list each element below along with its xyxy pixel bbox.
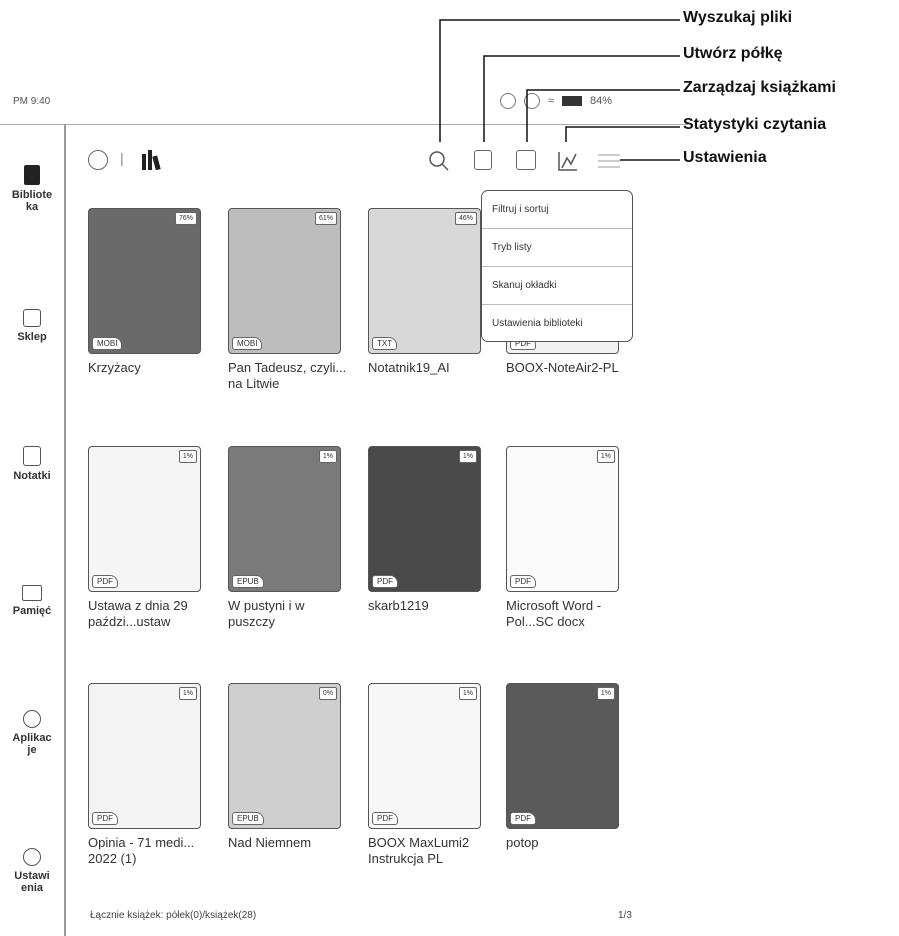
manage-books-icon[interactable]	[516, 150, 536, 170]
callout-settings: Ustawienia	[683, 149, 767, 166]
format-badge: PDF	[372, 812, 398, 825]
callout-manage-books: Zarządzaj książkami	[683, 79, 836, 96]
book-title: Microsoft Word - Pol...SC docx	[506, 598, 602, 629]
format-badge: PDF	[372, 575, 398, 588]
book-item[interactable]: 1% PDF Microsoft Word - Pol...SC docx	[506, 446, 621, 630]
format-badge: MOBI	[92, 337, 123, 350]
book-title: skarb1219	[368, 598, 429, 613]
sidebar-item-settings[interactable]: Ustawi enia	[0, 848, 64, 894]
create-shelf-icon[interactable]	[474, 150, 492, 170]
format-badge: TXT	[372, 337, 398, 350]
book-item[interactable]: 61% MOBI Pan Tadeusz, czyli... na Litwie	[228, 208, 346, 392]
folder-icon	[22, 585, 42, 601]
progress-badge: 0%	[318, 687, 337, 700]
sidebar-item-label: Notatki	[13, 470, 51, 482]
book-cover[interactable]: 1% PDF	[506, 683, 619, 829]
search-icon[interactable]	[428, 150, 450, 172]
sidebar-item-notes[interactable]: Notatki	[0, 446, 64, 482]
format-badge: PDF	[92, 812, 118, 825]
menu-item-filter-sort[interactable]: Filtruj i sortuj	[482, 191, 632, 229]
settings-dropdown: Filtruj i sortuj Tryb listy Skanuj okład…	[481, 190, 633, 342]
format-badge: EPUB	[232, 575, 264, 588]
book-cover[interactable]: 1% PDF	[368, 683, 481, 829]
progress-badge: 1%	[178, 687, 197, 700]
sidebar-item-label: Sklep	[17, 331, 47, 343]
recent-clock-icon[interactable]	[88, 150, 108, 170]
book-cover[interactable]: 46% TXT	[368, 208, 481, 354]
book-cover[interactable]: 1% EPUB	[228, 446, 341, 592]
menu-item-list-mode[interactable]: Tryb listy	[482, 229, 632, 267]
book-cover[interactable]: 1% PDF	[506, 446, 619, 592]
book-item[interactable]: 1% PDF Opinia - 71 medi... 2022 (1)	[88, 683, 203, 867]
progress-badge: 1%	[318, 450, 337, 463]
sidebar-item-apps[interactable]: Aplikac je	[0, 710, 64, 756]
notes-icon	[23, 446, 41, 466]
format-badge: EPUB	[232, 812, 264, 825]
page-indicator[interactable]: 1/3	[618, 910, 632, 921]
book-cover[interactable]: 76% MOBI	[88, 208, 201, 354]
callout-search: Wyszukaj pliki	[683, 9, 793, 26]
format-badge: PDF	[510, 575, 536, 588]
book-title: BOOX MaxLumi2 Instrukcja PL	[368, 835, 470, 866]
progress-badge: 1%	[178, 450, 197, 463]
sidebar-divider	[64, 124, 66, 936]
book-icon	[24, 165, 40, 185]
book-cover[interactable]: 1% PDF	[88, 446, 201, 592]
format-badge: PDF	[510, 812, 536, 825]
progress-badge: 46%	[454, 212, 477, 225]
book-item[interactable]: 76% MOBI Krzyżacy	[88, 208, 203, 376]
sidebar-item-label: Ustawi enia	[14, 870, 50, 894]
book-title: W pustyni i w puszczy	[228, 598, 305, 629]
book-item[interactable]: 1% PDF BOOX MaxLumi2 Instrukcja PL	[368, 683, 483, 867]
format-badge: MOBI	[232, 337, 263, 350]
book-item[interactable]: 1% PDF skarb1219	[368, 446, 483, 614]
sidebar-item-storage[interactable]: Pamięć	[0, 585, 64, 617]
book-title: BOOX-NoteAir2-PL	[506, 360, 619, 375]
apps-icon	[23, 710, 41, 728]
progress-badge: 1%	[458, 450, 477, 463]
callout-reading-stats: Statystyki czytania	[683, 116, 827, 133]
sidebar-item-library[interactable]: Bibliote ka	[0, 165, 64, 213]
callout-create-shelf: Utwórz półkę	[683, 45, 783, 62]
bookshelf-icon[interactable]	[140, 150, 162, 170]
format-badge: PDF	[92, 575, 118, 588]
progress-badge: 61%	[314, 212, 337, 225]
book-item[interactable]: 0% EPUB Nad Niemnem	[228, 683, 343, 851]
library-summary: Łącznie książek: półek(0)/książek(28)	[90, 910, 257, 921]
sidebar-item-label: Aplikac je	[12, 732, 52, 756]
progress-badge: 1%	[596, 450, 615, 463]
menu-item-scan-covers[interactable]: Skanuj okładki	[482, 267, 632, 305]
book-item[interactable]: 1% EPUB W pustyni i w puszczy	[228, 446, 343, 630]
book-item[interactable]: 46% TXT Notatnik19_AI	[368, 208, 483, 376]
book-title: Ustawa z dnia 29 paździ...ustaw	[88, 598, 188, 629]
book-title: potop	[506, 835, 539, 850]
book-cover[interactable]: 1% PDF	[88, 683, 201, 829]
reading-stats-icon[interactable]	[557, 150, 579, 172]
book-cover[interactable]: 1% PDF	[368, 446, 481, 592]
book-item[interactable]: 1% PDF Ustawa z dnia 29 paździ...ustaw	[88, 446, 203, 630]
sidebar-item-label: Bibliote ka	[11, 189, 53, 213]
progress-badge: 1%	[458, 687, 477, 700]
progress-badge: 76%	[174, 212, 197, 225]
book-cover[interactable]: 61% MOBI	[228, 208, 341, 354]
sidebar-item-label: Pamięć	[12, 605, 52, 617]
book-title: Opinia - 71 medi... 2022 (1)	[88, 835, 195, 866]
toolbar-separator: |	[120, 150, 124, 166]
book-title: Pan Tadeusz, czyli... na Litwie	[228, 360, 347, 391]
menu-item-library-settings[interactable]: Ustawienia biblioteki	[482, 305, 632, 343]
settings-icon	[23, 848, 41, 866]
book-item[interactable]: 1% PDF potop	[506, 683, 621, 851]
store-icon	[23, 309, 41, 327]
book-title: Notatnik19_AI	[368, 360, 450, 375]
sidebar-item-store[interactable]: Sklep	[0, 309, 64, 343]
progress-badge: 1%	[596, 687, 615, 700]
book-title: Krzyżacy	[88, 360, 141, 375]
book-title: Nad Niemnem	[228, 835, 312, 850]
book-cover[interactable]: 0% EPUB	[228, 683, 341, 829]
settings-menu-icon[interactable]	[598, 153, 620, 169]
